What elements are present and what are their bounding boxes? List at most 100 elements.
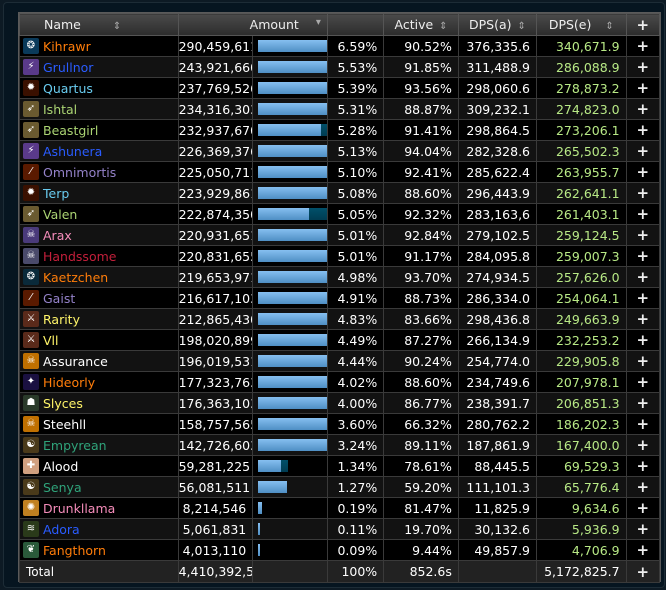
expand-row-button[interactable]: + (625, 329, 661, 351)
player-row[interactable]: ≋ Adora 5,061,831 0.11% 19.70% 30,132.6 … (19, 518, 661, 540)
player-name[interactable]: Kihrawr (43, 39, 91, 54)
expand-row-button[interactable]: + (625, 245, 661, 267)
player-name[interactable]: Ashunera (43, 144, 102, 159)
player-name[interactable]: Hideorly (43, 375, 95, 390)
player-row[interactable]: ✚ Alood 59,281,225 1.34% 78.61% 88,445.5… (19, 455, 661, 477)
player-row[interactable]: ❦ Fangthorn 4,013,110 0.09% 9.44% 49,857… (19, 539, 661, 561)
player-row[interactable]: ❂ Kaetzchen 219,653,971 4.98% 93.70% 274… (19, 266, 661, 288)
player-name-cell[interactable]: ☠ Arax (19, 224, 179, 246)
player-name-cell[interactable]: ❂ Kaetzchen (19, 266, 179, 288)
player-name[interactable]: Adora (43, 522, 80, 537)
player-name-cell[interactable]: ☠ Handssome (19, 245, 179, 267)
player-row[interactable]: ❂ Kihrawr 290,459,611 6.59% 90.52% 376,3… (19, 35, 661, 57)
player-row[interactable]: ✹ Terp 223,929,861 5.08% 88.60% 296,443.… (19, 182, 661, 204)
column-header-dps-a[interactable]: DPS(a) ⇕ (457, 13, 538, 36)
player-name[interactable]: Vll (43, 333, 59, 348)
player-name[interactable]: Valen (43, 207, 77, 222)
player-name-cell[interactable]: ✺ Drunkllama (19, 497, 179, 519)
player-name[interactable]: Assurance (43, 354, 108, 369)
player-row[interactable]: ☠ Steehll 158,757,565 3.60% 66.32% 280,7… (19, 413, 661, 435)
expand-row-button[interactable]: + (625, 119, 661, 141)
expand-row-button[interactable]: + (625, 518, 661, 540)
player-name-cell[interactable]: ⚡ Ashunera (19, 140, 179, 162)
player-name-cell[interactable]: ⁄ Omnimortis (19, 161, 179, 183)
expand-row-button[interactable]: + (625, 476, 661, 498)
player-name-cell[interactable]: ✹ Terp (19, 182, 179, 204)
player-row[interactable]: ⚡ Ashunera 226,369,376 5.13% 94.04% 282,… (19, 140, 661, 162)
player-name[interactable]: Drunkllama (43, 501, 115, 516)
player-row[interactable]: ➶ Ishtal 234,316,303 5.31% 88.87% 309,23… (19, 98, 661, 120)
expand-row-button[interactable]: + (625, 413, 661, 435)
player-name[interactable]: Handssome (43, 249, 116, 264)
player-name[interactable]: Omnimortis (43, 165, 116, 180)
player-name[interactable]: Quartus (43, 81, 93, 96)
sort-icon[interactable]: ⇕ (518, 21, 526, 32)
expand-row-button[interactable]: + (625, 140, 661, 162)
column-header-amount[interactable]: Amount ▾ (177, 13, 328, 36)
player-name-cell[interactable]: ❂ Kihrawr (19, 35, 179, 57)
player-name[interactable]: Kaetzchen (43, 270, 108, 285)
player-name-cell[interactable]: ➶ Ishtal (19, 98, 179, 120)
expand-row-button[interactable]: + (625, 287, 661, 309)
player-name[interactable]: Grullnor (43, 60, 93, 75)
player-row[interactable]: ☯ Senya 56,081,511 1.27% 59.20% 111,101.… (19, 476, 661, 498)
player-name-cell[interactable]: ⚡ Grullnor (19, 56, 179, 78)
expand-row-button[interactable]: + (625, 203, 661, 225)
player-row[interactable]: ☗ Slyces 176,363,103 4.00% 86.77% 238,39… (19, 392, 661, 414)
player-row[interactable]: ⚔ Vll 198,020,899 4.49% 87.27% 266,134.9… (19, 329, 661, 351)
player-name-cell[interactable]: ✦ Hideorly (19, 371, 179, 393)
player-row[interactable]: ✹ Quartus 237,769,526 5.39% 93.56% 298,0… (19, 77, 661, 99)
player-name-cell[interactable]: ☠ Steehll (19, 413, 179, 435)
player-name-cell[interactable]: ➶ Valen (19, 203, 179, 225)
player-name-cell[interactable]: ☯ Senya (19, 476, 179, 498)
add-column-button[interactable]: + (625, 13, 661, 36)
player-name[interactable]: Gaist (43, 291, 75, 306)
player-row[interactable]: ⚡ Grullnor 243,921,660 5.53% 91.85% 311,… (19, 56, 661, 78)
player-name[interactable]: Terp (43, 186, 69, 201)
player-name-cell[interactable]: ⁄ Gaist (19, 287, 179, 309)
player-row[interactable]: ☯ Empyrean 142,726,603 3.24% 89.11% 187,… (19, 434, 661, 456)
player-name-cell[interactable]: ☠ Assurance (19, 350, 179, 372)
player-row[interactable]: ✺ Drunkllama 8,214,546 0.19% 81.47% 11,8… (19, 497, 661, 519)
expand-row-button[interactable]: + (625, 539, 661, 561)
expand-row-button[interactable]: + (625, 224, 661, 246)
player-name-cell[interactable]: ❦ Fangthorn (19, 539, 179, 561)
player-name-cell[interactable]: ☗ Slyces (19, 392, 179, 414)
expand-row-button[interactable]: + (625, 392, 661, 414)
expand-row-button[interactable]: + (625, 56, 661, 78)
player-name[interactable]: Ishtal (43, 102, 77, 117)
sort-icon[interactable]: ⇕ (439, 21, 447, 32)
sort-desc-icon[interactable]: ▾ (316, 17, 321, 28)
sort-icon[interactable]: ⇕ (113, 21, 121, 32)
expand-row-button[interactable]: + (625, 350, 661, 372)
expand-row-button[interactable]: + (625, 266, 661, 288)
expand-row-button[interactable]: + (625, 308, 661, 330)
player-name[interactable]: Arax (43, 228, 72, 243)
expand-row-button[interactable]: + (625, 497, 661, 519)
player-name[interactable]: Alood (43, 459, 78, 474)
expand-row-button[interactable]: + (625, 371, 661, 393)
player-name[interactable]: Empyrean (43, 438, 107, 453)
player-name[interactable]: Beastgirl (43, 123, 98, 138)
player-row[interactable]: ☠ Assurance 196,019,531 4.44% 90.24% 254… (19, 350, 661, 372)
player-name-cell[interactable]: ⚔ Rarity (19, 308, 179, 330)
total-expand-button[interactable]: + (625, 560, 661, 583)
player-name-cell[interactable]: ⚔ Vll (19, 329, 179, 351)
expand-row-button[interactable]: + (625, 77, 661, 99)
player-row[interactable]: ✦ Hideorly 177,323,763 4.02% 88.60% 234,… (19, 371, 661, 393)
player-name-cell[interactable]: ≋ Adora (19, 518, 179, 540)
player-row[interactable]: ⁄ Omnimortis 225,050,711 5.10% 92.41% 28… (19, 161, 661, 183)
expand-row-button[interactable]: + (625, 161, 661, 183)
player-name-cell[interactable]: ➶ Beastgirl (19, 119, 179, 141)
expand-row-button[interactable]: + (625, 98, 661, 120)
player-row[interactable]: ➶ Beastgirl 232,937,670 5.28% 91.41% 298… (19, 119, 661, 141)
player-row[interactable]: ⁄ Gaist 216,617,103 4.91% 88.73% 286,334… (19, 287, 661, 309)
sort-icon[interactable]: ⇕ (605, 21, 613, 32)
expand-row-button[interactable]: + (625, 35, 661, 57)
player-name[interactable]: Slyces (43, 396, 83, 411)
player-row[interactable]: ☠ Arax 220,931,651 5.01% 92.84% 279,102.… (19, 224, 661, 246)
player-name[interactable]: Senya (43, 480, 82, 495)
expand-row-button[interactable]: + (625, 182, 661, 204)
player-row[interactable]: ☠ Handssome 220,831,655 5.01% 91.17% 284… (19, 245, 661, 267)
column-header-active[interactable]: Active ⇕ (383, 13, 459, 36)
